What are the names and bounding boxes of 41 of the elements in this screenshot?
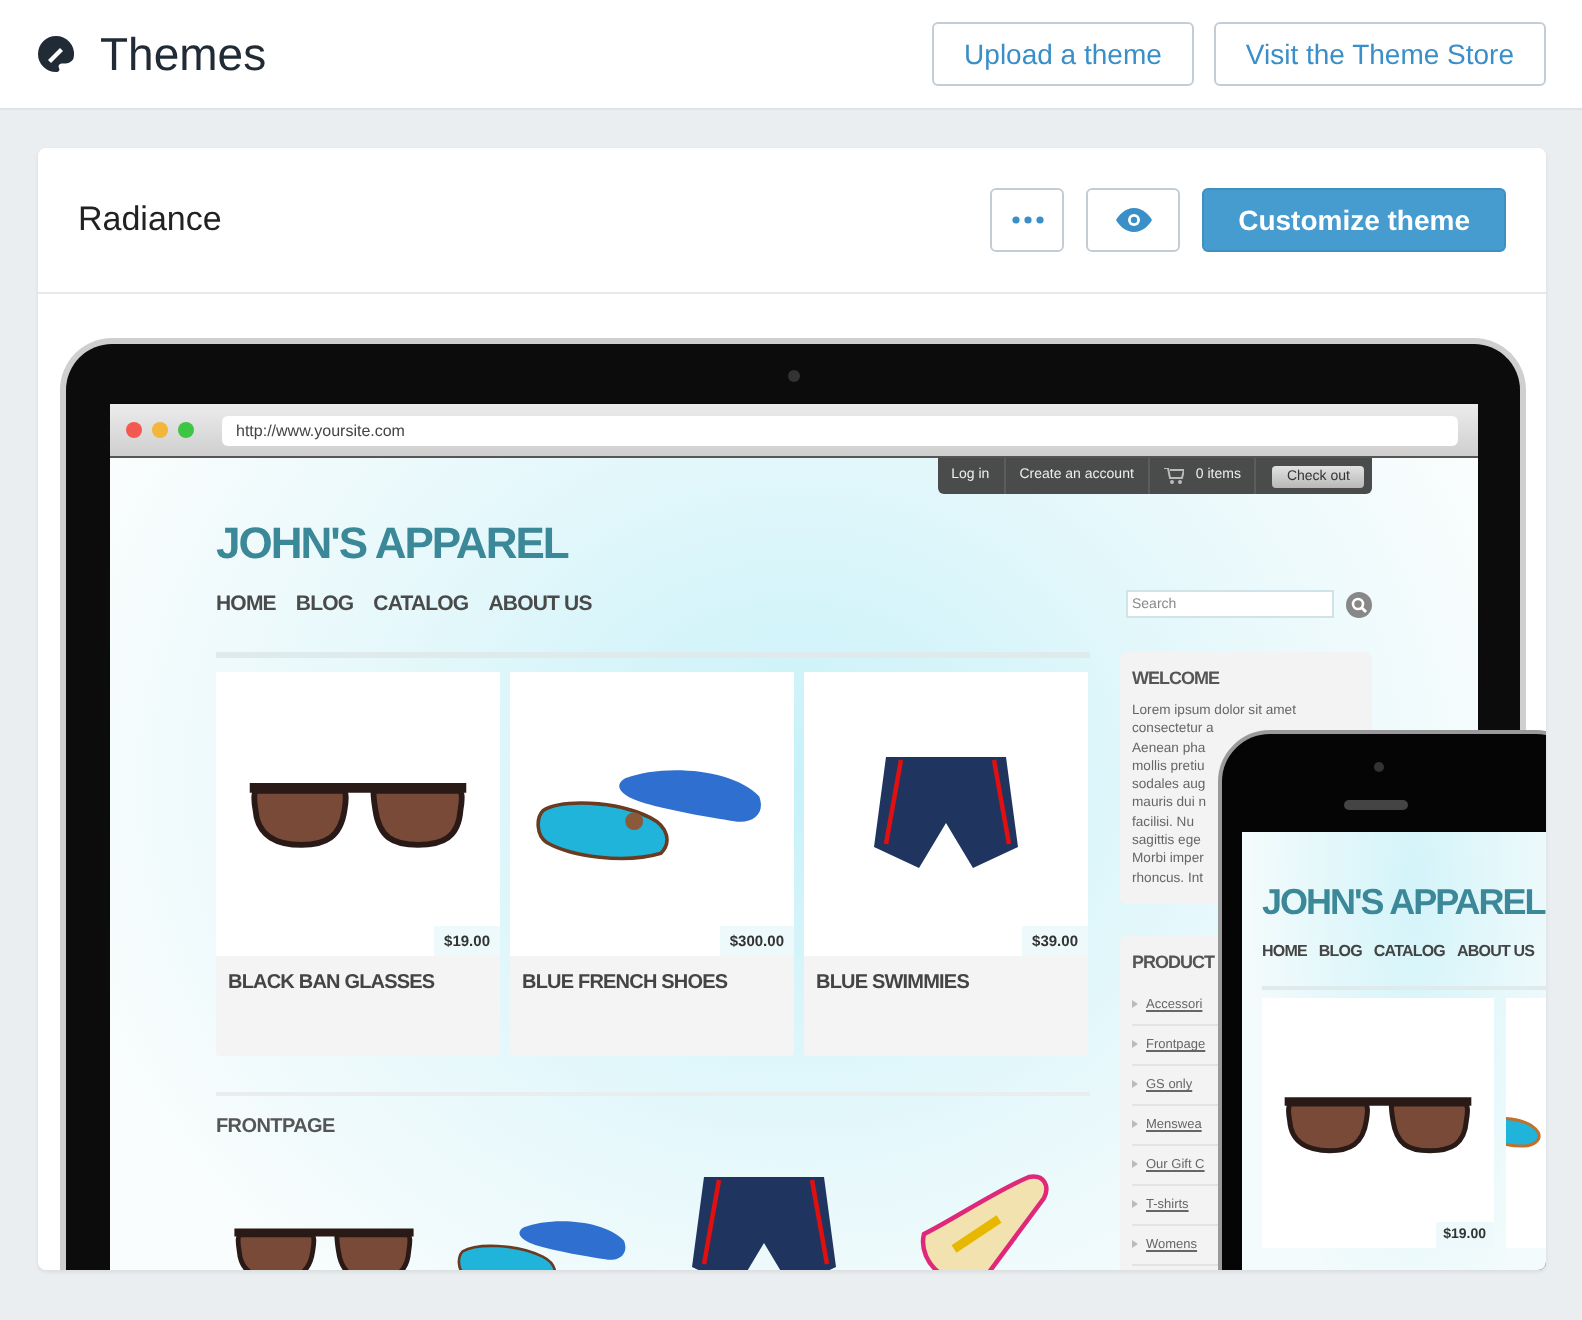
cart-icon — [1163, 468, 1184, 484]
bullet-icon — [1132, 1200, 1138, 1209]
store-logo: JOHN'S APPAREL — [216, 518, 571, 570]
zoom-dot-icon — [178, 422, 194, 438]
address-bar[interactable]: http://www.yoursite.com — [222, 415, 1458, 445]
section-heading: FRONTPAGE — [216, 1116, 337, 1138]
nav-link[interactable]: ABOUT US — [488, 592, 592, 616]
eye-icon — [1115, 208, 1152, 232]
bullet-icon — [1132, 1160, 1138, 1169]
nav-link[interactable]: HOME — [216, 592, 276, 616]
header-button[interactable]: Upload a theme — [932, 22, 1194, 86]
nav-link[interactable]: BLOG — [1318, 942, 1362, 960]
search-icon[interactable] — [1346, 591, 1372, 617]
nav-link[interactable]: CATALOG — [373, 592, 469, 616]
theme-name: Radiance — [78, 200, 222, 240]
nav-link[interactable]: BLOG — [295, 592, 354, 616]
store-logo: JOHN'S APPAREL — [1262, 882, 1546, 924]
palette-icon — [36, 34, 76, 74]
panel-heading: WELCOME — [1132, 668, 1222, 688]
product-name[interactable]: BLACK BAN GLASSES — [216, 956, 500, 1010]
more-actions-button[interactable] — [990, 188, 1065, 252]
minimize-dot-icon — [152, 422, 168, 438]
page-title: Themes — [100, 27, 267, 81]
product-name[interactable]: BLUE SWIMMIES — [804, 956, 1088, 1010]
nav-link[interactable]: CATALOG — [1373, 942, 1445, 960]
nav-link[interactable]: HOME — [1262, 942, 1307, 960]
bullet-icon — [1132, 1000, 1138, 1009]
product-name[interactable]: BLUE FRENCH SHOES — [510, 956, 794, 1010]
bullet-icon — [1132, 1080, 1138, 1089]
camera-icon — [788, 370, 800, 382]
preview-button[interactable] — [1086, 188, 1181, 252]
header-button[interactable]: Visit the Theme Store — [1213, 22, 1546, 86]
camera-icon — [1374, 762, 1384, 772]
bullet-icon — [1132, 1040, 1138, 1049]
close-dot-icon — [126, 422, 142, 438]
bullet-icon — [1132, 1120, 1138, 1129]
panel-heading: PRODUCT — [1132, 951, 1217, 972]
nav-link[interactable]: ABOUT US — [1457, 942, 1535, 960]
speaker-icon — [1344, 800, 1408, 810]
bullet-icon — [1132, 1240, 1138, 1249]
more-icon — [1011, 216, 1044, 224]
